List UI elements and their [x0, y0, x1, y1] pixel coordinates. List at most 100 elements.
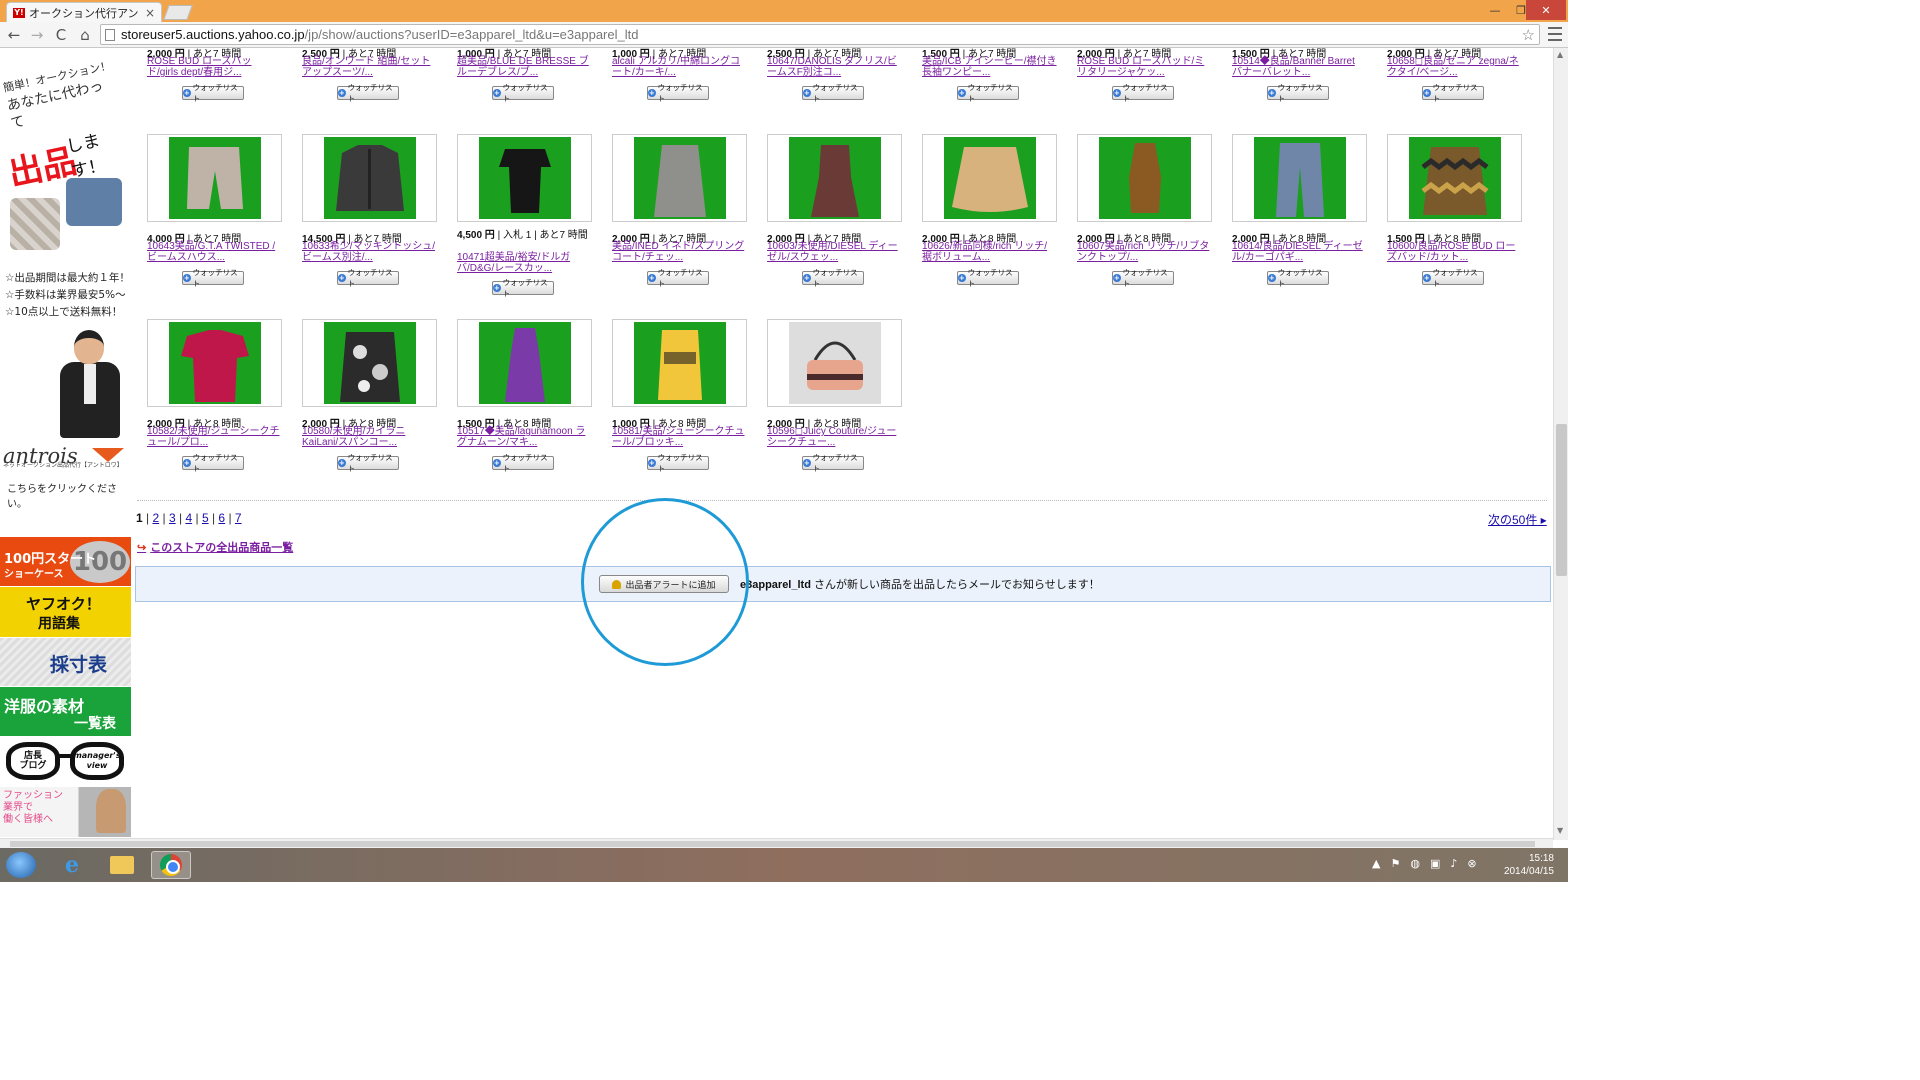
add-watchlist-button[interactable]: + ウォッチリスト	[492, 453, 554, 473]
item-title-link[interactable]: 10582/未使用/ジューシークチュール/プロ...	[147, 426, 282, 448]
add-watchlist-button[interactable]: + ウォッチリスト	[647, 83, 709, 103]
item-title-link[interactable]: 10633希少/マッキントッシュ/ビームス別注/...	[302, 241, 437, 263]
item-title-link[interactable]: 10471超美品/裕安/ドルガバ/D&G/レースカッ...	[457, 252, 592, 274]
item-title-link[interactable]: 10517◆美品/lagunamoon ラグナムーン/マキ...	[457, 426, 592, 448]
add-watchlist-button[interactable]: + ウォッチリスト	[957, 268, 1019, 288]
home-icon[interactable]: ⌂	[75, 25, 95, 45]
item-title-link[interactable]: 良品/オンワード 組曲/セットアップスーツ/...	[302, 56, 437, 78]
chrome-taskbar-icon[interactable]	[151, 851, 191, 879]
close-window-button[interactable]: ✕	[1526, 0, 1566, 20]
volume-icon[interactable]: ♪	[1450, 857, 1457, 870]
start-button[interactable]	[6, 852, 36, 878]
banner-yafuoku-glossary[interactable]: ヤフオク！ 用語集	[0, 587, 131, 637]
horizontal-scrollbar[interactable]	[0, 838, 1553, 848]
add-watchlist-button[interactable]: + ウォッチリスト	[647, 268, 709, 288]
banner-100yen-showcase[interactable]: 100 100円スタート ショーケース	[0, 537, 131, 586]
item-thumbnail-link[interactable]	[1077, 134, 1212, 222]
add-watchlist-button[interactable]: + ウォッチリスト	[802, 83, 864, 103]
item-title-link[interactable]: 10581/美品/ジューシークチュール/ブロッキ...	[612, 426, 747, 448]
item-title-link[interactable]: 10603/未使用/DIESEL ディーゼル/スウェッ...	[767, 241, 902, 263]
add-watchlist-button[interactable]: + ウォッチリスト	[1267, 268, 1329, 288]
browser-tab[interactable]: Y! オークション代行アントロワ（ま ×	[6, 2, 162, 22]
back-arrow-icon[interactable]: ←	[4, 25, 24, 45]
item-title-link[interactable]: 10596◻Juicy Couture/ジューシークチュー...	[767, 426, 902, 448]
all-store-items-link[interactable]: ↪ このストアの全出品商品一覧	[137, 539, 293, 555]
add-watchlist-button[interactable]: + ウォッチリスト	[337, 268, 399, 288]
ie-taskbar-icon[interactable]: e	[52, 851, 92, 879]
item-title-link[interactable]: 10580/未使用/カイラニ KaiLani/スパンコー...	[302, 426, 437, 448]
page-link[interactable]: 7	[235, 511, 242, 525]
item-title-link[interactable]: 10658◻良品/ゼニア zegna/ネクタイ/ベージ...	[1387, 56, 1522, 78]
forward-arrow-icon[interactable]: →	[27, 25, 47, 45]
item-title-link[interactable]: 10514◆良品/Banner Barret バナーバレット...	[1232, 56, 1367, 78]
banner-size-chart[interactable]: 採寸表	[0, 638, 131, 686]
scroll-up-icon[interactable]: ▲	[1557, 50, 1563, 59]
add-watchlist-button[interactable]: + ウォッチリスト	[1422, 83, 1484, 103]
reload-icon[interactable]: C	[51, 25, 71, 45]
item-thumbnail-link[interactable]	[1387, 134, 1522, 222]
explorer-taskbar-icon[interactable]	[102, 851, 142, 879]
item-thumbnail-link[interactable]	[302, 134, 437, 222]
scroll-down-icon[interactable]: ▼	[1557, 826, 1563, 835]
bookmark-star-icon[interactable]: ☆	[1522, 26, 1535, 44]
page-link[interactable]: 3	[169, 511, 176, 525]
add-watchlist-button[interactable]: + ウォッチリスト	[182, 83, 244, 103]
scroll-thumb[interactable]	[1556, 424, 1567, 576]
item-title-link[interactable]: 超美品/BLUE DE BRESSE ブルーデブレス/ブ...	[457, 56, 592, 78]
display-icon[interactable]: ▣	[1430, 857, 1440, 870]
banner-fashion-industry[interactable]: ファッション 業界で 働く皆様へ	[0, 787, 131, 837]
item-title-link[interactable]: 10600/良品/ROSE BUD ローズバッド/カット...	[1387, 241, 1522, 263]
item-thumbnail-link[interactable]	[612, 134, 747, 222]
page-link[interactable]: 5	[202, 511, 209, 525]
item-title-link[interactable]: 10643美品/G.T.A TWISTED /ビームスハウス...	[147, 241, 282, 263]
minimize-button[interactable]: —	[1482, 0, 1508, 20]
item-title-link[interactable]: alcali アルカリ/中綿ロングコート/カーキ/...	[612, 56, 747, 78]
item-thumbnail-link[interactable]	[457, 134, 592, 222]
add-watchlist-button[interactable]: + ウォッチリスト	[1267, 83, 1329, 103]
add-watchlist-button[interactable]: + ウォッチリスト	[182, 453, 244, 473]
banner-fabric-list[interactable]: 洋服の素材 一覧表	[0, 687, 131, 736]
item-title-link[interactable]: 美品/INED イネド/スプリングコート/チェッ...	[612, 241, 747, 263]
item-title-link[interactable]: 美品/ICB アイシービー/襟付き長袖ワンピー...	[922, 56, 1057, 78]
tray-close-icon[interactable]: ⊗	[1467, 857, 1476, 870]
item-thumbnail-link[interactable]	[147, 134, 282, 222]
tray-expand-icon[interactable]: ▲	[1372, 857, 1380, 870]
item-title-link[interactable]: 10607美品/rich リッチ/リブタンクトップ/...	[1077, 241, 1212, 263]
new-tab-button[interactable]	[163, 5, 193, 20]
item-thumbnail-link[interactable]	[922, 134, 1057, 222]
item-thumbnail-link[interactable]	[1232, 134, 1367, 222]
vertical-scrollbar[interactable]: ▲ ▼	[1553, 48, 1568, 840]
item-thumbnail-link[interactable]	[612, 319, 747, 407]
item-thumbnail-link[interactable]	[767, 319, 902, 407]
add-watchlist-button[interactable]: + ウォッチリスト	[1422, 268, 1484, 288]
add-watchlist-button[interactable]: + ウォッチリスト	[957, 83, 1019, 103]
hscroll-thumb[interactable]	[10, 841, 1535, 847]
add-watchlist-button[interactable]: + ウォッチリスト	[492, 83, 554, 103]
clock[interactable]: 15:18 2014/04/15	[1496, 852, 1554, 878]
antrois-ad[interactable]: 簡単！オークション！ あなたに代わって 出品 します！ ☆出品期間は最大約１年！…	[0, 48, 131, 528]
network-globe-icon[interactable]: ◍	[1410, 857, 1420, 870]
banner-manager-blog[interactable]: 店長 ブログ manager's view	[0, 737, 131, 786]
item-thumbnail-link[interactable]	[767, 134, 902, 222]
item-thumbnail-link[interactable]	[147, 319, 282, 407]
item-title-link[interactable]: ROSE BUD ローズバッド/ミリタリージャケッ...	[1077, 56, 1212, 78]
add-watchlist-button[interactable]: + ウォッチリスト	[802, 453, 864, 473]
item-thumbnail-link[interactable]	[302, 319, 437, 407]
item-title-link[interactable]: 10614/良品/DIESEL ディーゼル/カーゴパギ...	[1232, 241, 1367, 263]
add-watchlist-button[interactable]: + ウォッチリスト	[1112, 83, 1174, 103]
address-bar[interactable]: storeuser5.auctions.yahoo.co.jp /jp/show…	[100, 24, 1540, 45]
item-title-link[interactable]: ROSE BUD ローズバッド/girls dept/春用ジ...	[147, 56, 282, 78]
add-watchlist-button[interactable]: + ウォッチリスト	[802, 268, 864, 288]
add-watchlist-button[interactable]: + ウォッチリスト	[492, 278, 554, 298]
item-thumbnail-link[interactable]	[457, 319, 592, 407]
add-watchlist-button[interactable]: + ウォッチリスト	[182, 268, 244, 288]
add-watchlist-button[interactable]: + ウォッチリスト	[647, 453, 709, 473]
add-watchlist-button[interactable]: + ウォッチリスト	[1112, 268, 1174, 288]
item-title-link[interactable]: 10626/新品同様/rich リッチ/裾ボリューム...	[922, 241, 1057, 263]
chrome-menu-icon[interactable]	[1548, 27, 1562, 41]
add-watchlist-button[interactable]: + ウォッチリスト	[337, 83, 399, 103]
tab-close-icon[interactable]: ×	[145, 6, 155, 20]
action-center-flag-icon[interactable]: ⚑	[1390, 857, 1400, 870]
item-title-link[interactable]: 10647/DANOLIS ダノリス/ビームスF別注コ...	[767, 56, 902, 78]
next-page-link[interactable]: 次の50件 ▸	[1488, 511, 1547, 528]
